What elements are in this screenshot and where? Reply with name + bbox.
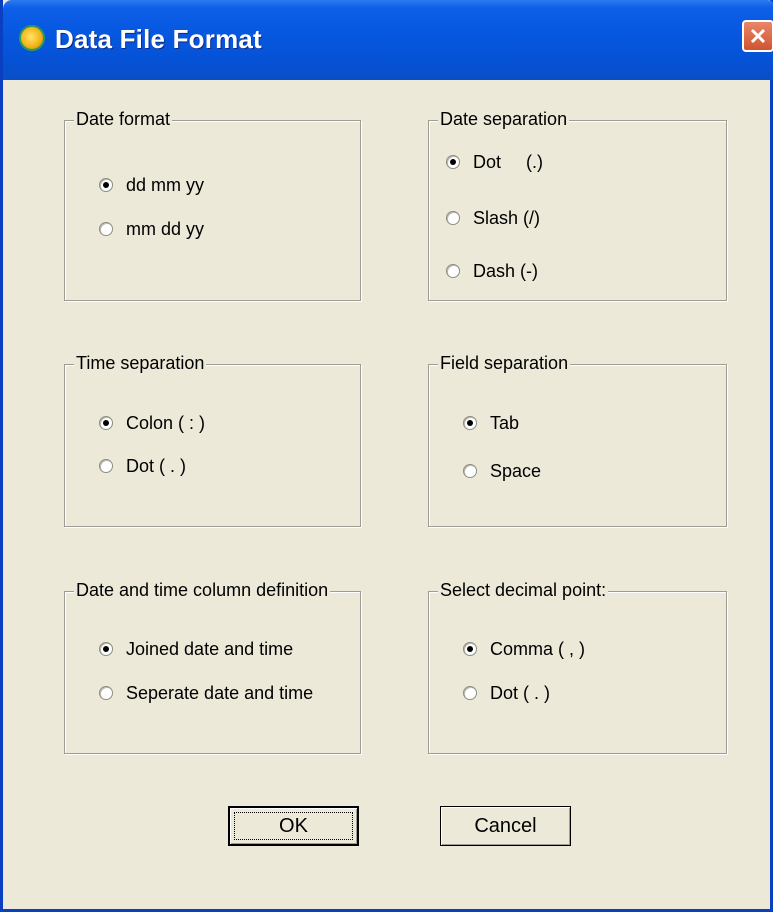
- datetime-column-group: Date and time column definition: [64, 580, 361, 754]
- radio-label: Seperate date and time: [126, 682, 314, 703]
- datetime-separate-radio[interactable]: Seperate date and time: [99, 681, 313, 705]
- time-separation-colon-radio[interactable]: Colon ( : ): [99, 411, 205, 435]
- close-button[interactable]: [742, 20, 773, 52]
- decimal-comma-radio[interactable]: Comma ( , ): [463, 637, 585, 661]
- field-separation-tab-radio[interactable]: Tab: [463, 411, 519, 435]
- radio-label: Dot ( . ): [126, 455, 187, 476]
- field-separation-space-radio[interactable]: Space: [463, 459, 541, 483]
- title-bar[interactable]: Data File Format: [3, 0, 773, 80]
- radio-indicator[interactable]: [99, 459, 113, 473]
- decimal-dot-radio[interactable]: Dot ( . ): [463, 681, 550, 705]
- radio-label: Space: [490, 460, 542, 481]
- radio-indicator[interactable]: [99, 178, 113, 192]
- date-separation-dot-radio[interactable]: Dot (.): [446, 150, 543, 174]
- radio-label: Tab: [490, 412, 520, 433]
- radio-indicator[interactable]: [446, 264, 460, 278]
- radio-label: Comma ( , ): [490, 638, 586, 659]
- radio-indicator[interactable]: [463, 464, 477, 478]
- radio-indicator[interactable]: [463, 642, 477, 656]
- ok-button[interactable]: OK: [228, 806, 359, 846]
- time-separation-label: Time separation: [74, 353, 207, 374]
- radio-indicator[interactable]: [463, 686, 477, 700]
- radio-indicator[interactable]: [99, 642, 113, 656]
- field-separation-label: Field separation: [438, 353, 571, 374]
- datetime-column-label: Date and time column definition: [74, 580, 331, 601]
- radio-indicator[interactable]: [463, 416, 477, 430]
- radio-label: Joined date and time: [126, 638, 294, 659]
- dialog-window: Data File Format Date format dd mm yy mm…: [0, 0, 773, 912]
- radio-label: Colon ( : ): [126, 412, 206, 433]
- radio-indicator[interactable]: [99, 686, 113, 700]
- radio-indicator[interactable]: [446, 211, 460, 225]
- radio-label: Dash (-): [473, 260, 539, 281]
- date-separation-dash-radio[interactable]: Dash (-): [446, 259, 538, 283]
- radio-label: Dot (.): [473, 151, 544, 172]
- radio-indicator[interactable]: [99, 222, 113, 236]
- date-separation-slash-radio[interactable]: Slash (/): [446, 206, 540, 230]
- radio-indicator[interactable]: [99, 416, 113, 430]
- cancel-button[interactable]: Cancel: [440, 806, 571, 846]
- date-format-ddmmyy-radio[interactable]: dd mm yy: [99, 173, 204, 197]
- radio-label: dd mm yy: [126, 174, 205, 195]
- cancel-button-label: Cancel: [474, 814, 537, 837]
- date-format-label: Date format: [74, 109, 173, 130]
- date-format-mmddyy-radio[interactable]: mm dd yy: [99, 217, 204, 241]
- decimal-point-group: Select decimal point:: [428, 580, 727, 754]
- field-separation-group: Field separation: [428, 353, 727, 527]
- time-separation-group: Time separation: [64, 353, 361, 527]
- date-format-group: Date format: [64, 109, 361, 301]
- app-icon: [19, 25, 45, 51]
- radio-label: mm dd yy: [126, 218, 205, 239]
- radio-indicator[interactable]: [446, 155, 460, 169]
- datetime-joined-radio[interactable]: Joined date and time: [99, 637, 293, 661]
- window-title: Data File Format: [55, 24, 262, 54]
- date-separation-label: Date separation: [438, 109, 570, 130]
- time-separation-dot-radio[interactable]: Dot ( . ): [99, 454, 186, 478]
- decimal-point-label: Select decimal point:: [438, 580, 609, 601]
- close-icon: [750, 28, 766, 44]
- radio-label: Slash (/): [473, 207, 541, 228]
- radio-label: Dot ( . ): [490, 682, 551, 703]
- focus-ring: [234, 812, 353, 840]
